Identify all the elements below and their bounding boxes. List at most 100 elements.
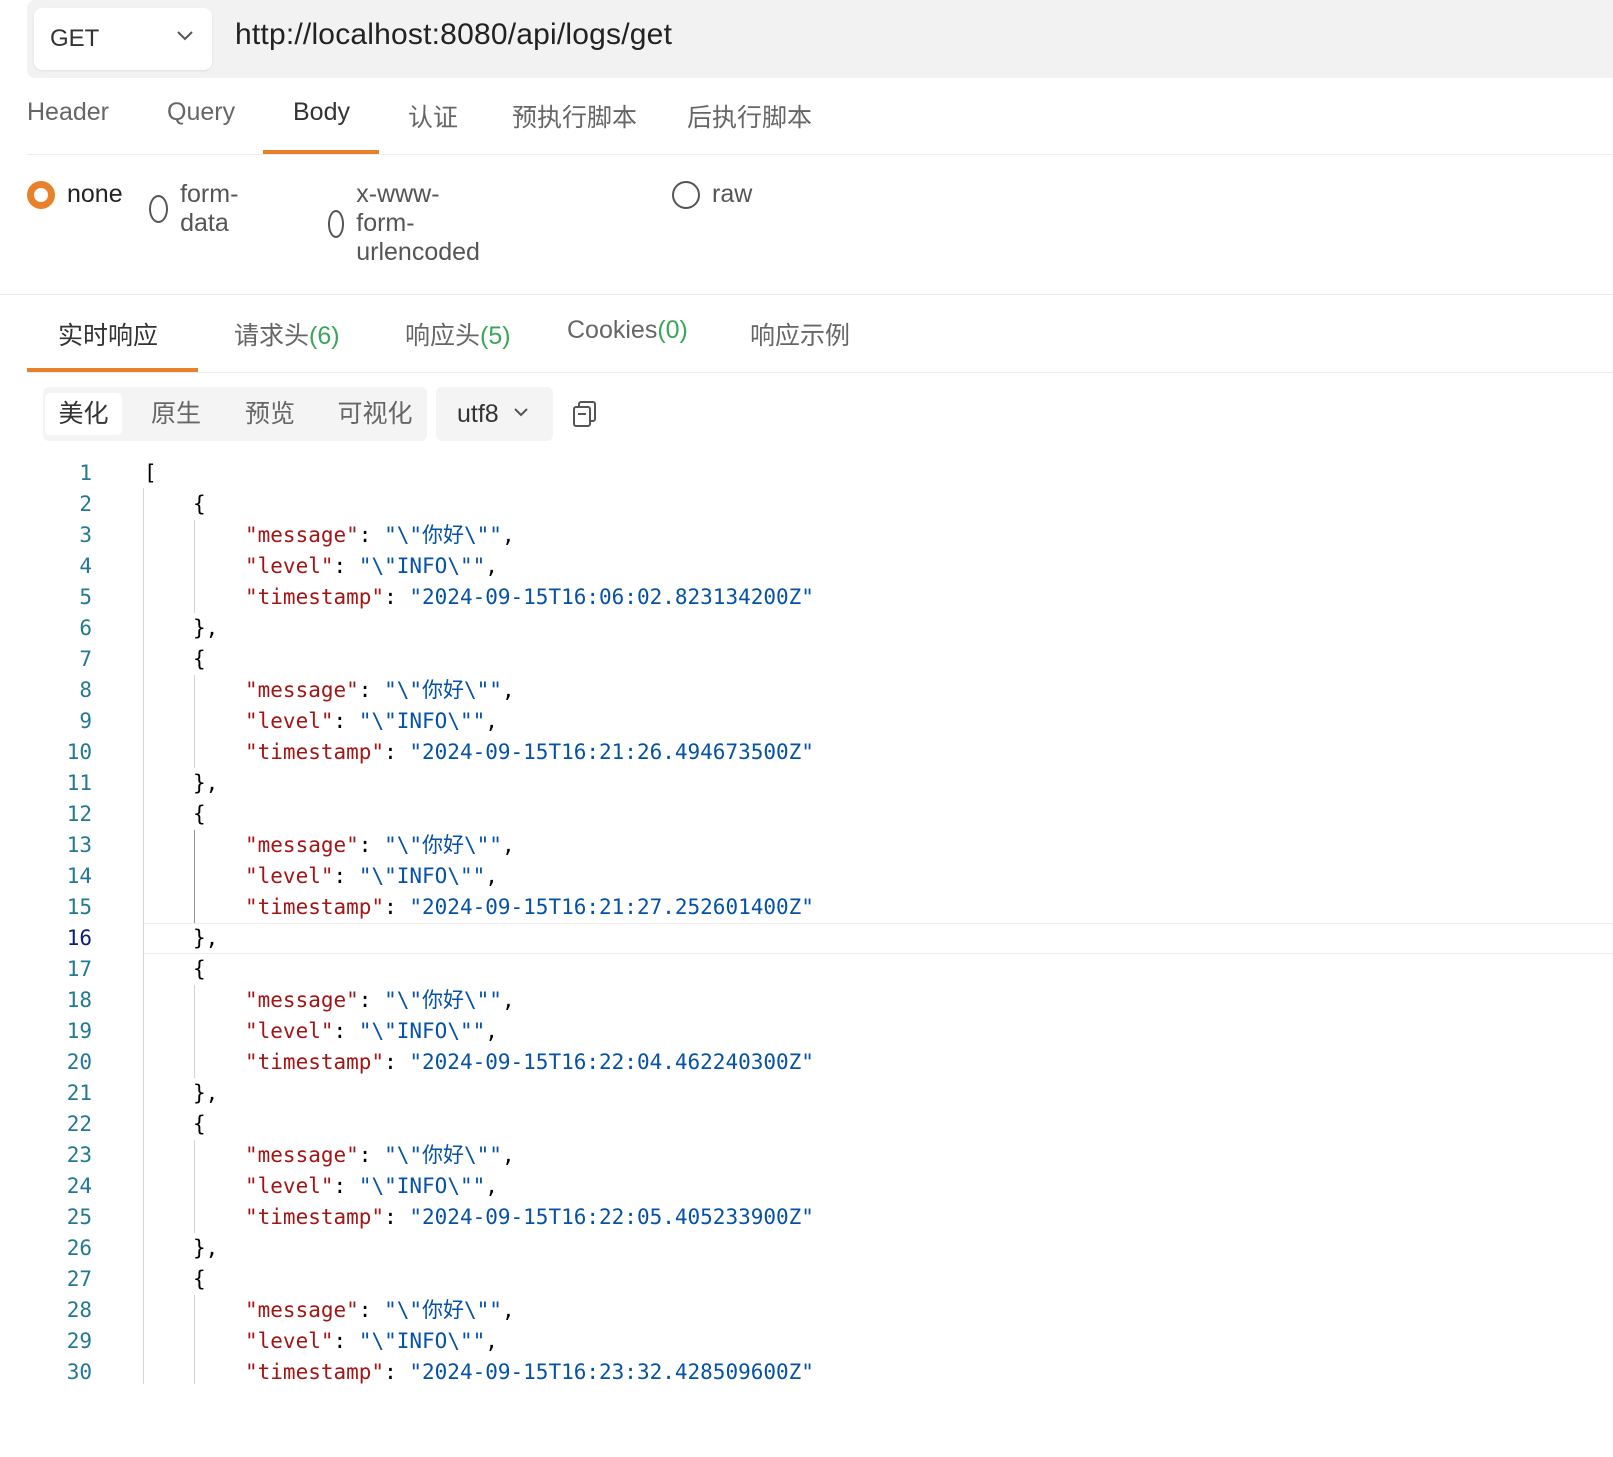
line-number: 8	[79, 678, 92, 702]
tab-body[interactable]: Body	[293, 98, 350, 154]
json-key: "level"	[245, 1329, 334, 1353]
json-punctuation: :	[333, 554, 359, 578]
json-string: "\"你好\""	[384, 678, 502, 702]
json-punctuation: :	[333, 1329, 359, 1353]
tab-realtime-response[interactable]: 实时响应	[58, 316, 158, 352]
json-punctuation: :	[358, 1298, 385, 1322]
tab-cookies[interactable]: Cookies(0)	[567, 316, 688, 345]
view-raw[interactable]: 原生	[135, 393, 217, 435]
json-punctuation: },	[193, 771, 219, 795]
code-line: 12 {	[0, 799, 1613, 830]
json-punctuation: },	[193, 1236, 219, 1260]
code-text: "timestamp": "2024-09-15T16:06:02.823134…	[245, 582, 814, 613]
view-visualize[interactable]: 可视化	[327, 393, 423, 435]
view-preview[interactable]: 预览	[229, 393, 311, 435]
json-punctuation: :	[333, 709, 359, 733]
code-text: "timestamp": "2024-09-15T16:23:32.428509…	[245, 1357, 814, 1384]
line-number: 22	[66, 1112, 92, 1136]
json-key: "message"	[245, 678, 359, 702]
code-text: {	[193, 489, 206, 520]
json-key: "level"	[245, 864, 334, 888]
tab-pre-script[interactable]: 预执行脚本	[512, 98, 637, 154]
radio-raw[interactable]: raw	[672, 180, 752, 209]
json-punctuation: {	[193, 802, 206, 826]
tab-label: 请求头	[234, 322, 310, 350]
code-text: },	[193, 613, 218, 644]
json-punctuation: :	[384, 1205, 410, 1229]
line-number: 18	[66, 988, 92, 1012]
line-number: 2	[79, 492, 92, 516]
tab-header[interactable]: Header	[27, 98, 109, 154]
line-number: 19	[66, 1019, 92, 1043]
copy-icon[interactable]	[572, 400, 598, 428]
code-line: 9 "level": "\"INFO\"",	[0, 706, 1613, 737]
radio-label: raw	[712, 180, 753, 208]
json-punctuation: ,	[485, 1019, 498, 1043]
code-line: 3 "message": "\"你好\"",	[0, 520, 1613, 551]
code-text: "level": "\"INFO\"",	[245, 1016, 498, 1047]
json-punctuation: ,	[485, 864, 498, 888]
json-punctuation: ,	[501, 1298, 515, 1322]
radio-unchecked-icon	[672, 180, 700, 209]
code-line: 29 "level": "\"INFO\"",	[0, 1326, 1613, 1357]
code-text: "message": "\"你好\"",	[245, 985, 515, 1016]
tab-request-headers[interactable]: 请求头(6)	[234, 316, 340, 352]
json-string: "\"INFO\""	[358, 1329, 486, 1353]
tab-label: Cookies	[567, 316, 658, 344]
code-line: 20 "timestamp": "2024-09-15T16:22:04.4622…	[0, 1047, 1613, 1078]
json-punctuation: :	[358, 833, 385, 857]
code-text: "level": "\"INFO\"",	[245, 861, 498, 892]
line-number: 11	[66, 771, 92, 795]
tab-response-examples[interactable]: 响应示例	[750, 316, 850, 352]
tab-post-script[interactable]: 后执行脚本	[687, 98, 812, 154]
code-line: 27 {	[0, 1264, 1613, 1295]
json-string: "\"INFO\""	[358, 864, 486, 888]
tab-query[interactable]: Query	[167, 98, 235, 154]
encoding-select[interactable]: utf8	[436, 387, 553, 441]
tab-count: (6)	[309, 322, 340, 350]
code-text: "message": "\"你好\"",	[245, 675, 515, 706]
json-string: "2024-09-15T16:23:32.428509600Z"	[409, 1360, 814, 1384]
line-number: 23	[66, 1143, 92, 1167]
json-punctuation: ,	[501, 1143, 515, 1167]
json-punctuation: :	[333, 1019, 359, 1043]
code-line: 5 "timestamp": "2024-09-15T16:06:02.82313…	[0, 582, 1613, 613]
code-text: },	[193, 923, 218, 954]
code-line: 18 "message": "\"你好\"",	[0, 985, 1613, 1016]
json-string: "2024-09-15T16:22:05.405233900Z"	[409, 1205, 814, 1229]
radio-urlencoded[interactable]: x-www-form-urlencoded	[328, 180, 492, 267]
code-line: 19 "level": "\"INFO\"",	[0, 1016, 1613, 1047]
code-line: 24 "level": "\"INFO\"",	[0, 1171, 1613, 1202]
code-line: 28 "message": "\"你好\"",	[0, 1295, 1613, 1326]
json-punctuation: ,	[485, 1329, 498, 1353]
radio-label: none	[67, 180, 123, 208]
radio-unchecked-icon	[149, 195, 169, 223]
line-number: 13	[66, 833, 92, 857]
json-punctuation: :	[358, 988, 385, 1012]
code-line: 4 "level": "\"INFO\"",	[0, 551, 1613, 582]
code-text: "level": "\"INFO\"",	[245, 1326, 498, 1357]
json-punctuation: },	[193, 616, 219, 640]
tab-response-headers[interactable]: 响应头(5)	[405, 316, 511, 352]
json-punctuation: :	[358, 678, 385, 702]
line-number: 25	[66, 1205, 92, 1229]
code-text: "message": "\"你好\"",	[245, 830, 515, 861]
line-number: 7	[79, 647, 92, 671]
url-input[interactable]: http://localhost:8080/api/logs/get	[235, 18, 672, 52]
active-response-tab-indicator	[27, 368, 198, 372]
method-select[interactable]: GET	[34, 8, 212, 70]
radio-none[interactable]: none	[27, 180, 123, 209]
json-key: "level"	[245, 1174, 334, 1198]
json-punctuation: ,	[485, 1174, 498, 1198]
view-pretty[interactable]: 美化	[45, 393, 122, 435]
radio-form-data[interactable]: form-data	[149, 180, 247, 238]
json-string: "\"INFO\""	[358, 554, 486, 578]
tab-auth[interactable]: 认证	[408, 98, 458, 154]
json-string: "\"你好\""	[384, 833, 502, 857]
json-string: "\"INFO\""	[358, 709, 486, 733]
view-mode-segment: 美化 原生 预览 可视化	[43, 387, 427, 441]
json-key: "level"	[245, 1019, 334, 1043]
response-code-viewer[interactable]: 1[2{3 "message": "\"你好\"", 4 "level": "\"IN…	[0, 458, 1613, 1384]
json-punctuation: },	[193, 1081, 219, 1105]
line-number: 10	[66, 740, 92, 764]
